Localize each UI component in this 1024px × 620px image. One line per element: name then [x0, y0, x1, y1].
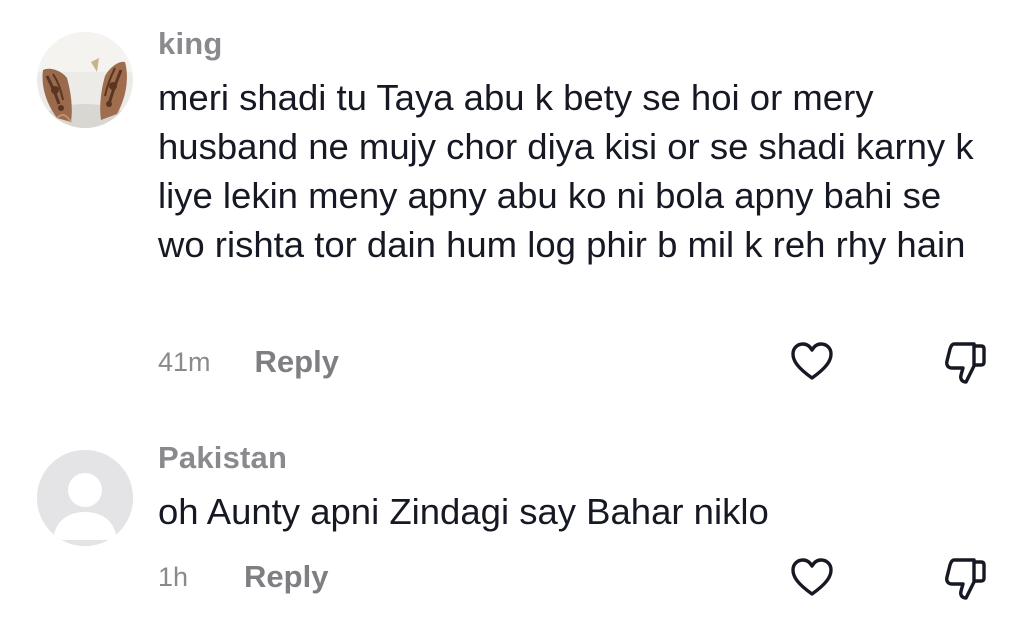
reply-button[interactable]: Reply	[244, 559, 328, 595]
comment-text: meri shadi tu Taya abu k bety se hoi or …	[158, 77, 974, 265]
comment-timestamp: 41m	[158, 346, 211, 377]
comment-item: Pakistan oh Aunty apni Zindagi say Bahar…	[0, 410, 1024, 620]
henna-hands-photo	[37, 32, 133, 128]
comment-username[interactable]: king	[158, 26, 223, 62]
dislike-button[interactable]	[940, 338, 990, 388]
comment-meta: 1h Reply	[158, 555, 328, 599]
heart-outline-icon	[791, 342, 833, 380]
comment-timestamp: 1h	[158, 561, 189, 592]
avatar[interactable]	[37, 32, 133, 128]
comment-meta: 41m Reply	[158, 340, 339, 384]
comment-text: oh Aunty apni Zindagi say Bahar niklo	[158, 491, 769, 532]
like-button[interactable]	[788, 338, 836, 386]
like-button[interactable]	[788, 554, 836, 602]
avatar[interactable]	[37, 450, 133, 546]
heart-outline-icon	[791, 558, 833, 596]
dislike-button[interactable]	[940, 554, 990, 604]
default-user-icon	[37, 450, 133, 546]
thumbs-down-outline-icon	[945, 558, 986, 600]
reply-button[interactable]: Reply	[255, 344, 339, 380]
comment-username[interactable]: Pakistan	[158, 440, 287, 476]
thumbs-down-outline-icon	[945, 342, 986, 384]
comment-item: king meri shadi tu Taya abu k bety se ho…	[0, 0, 1024, 410]
